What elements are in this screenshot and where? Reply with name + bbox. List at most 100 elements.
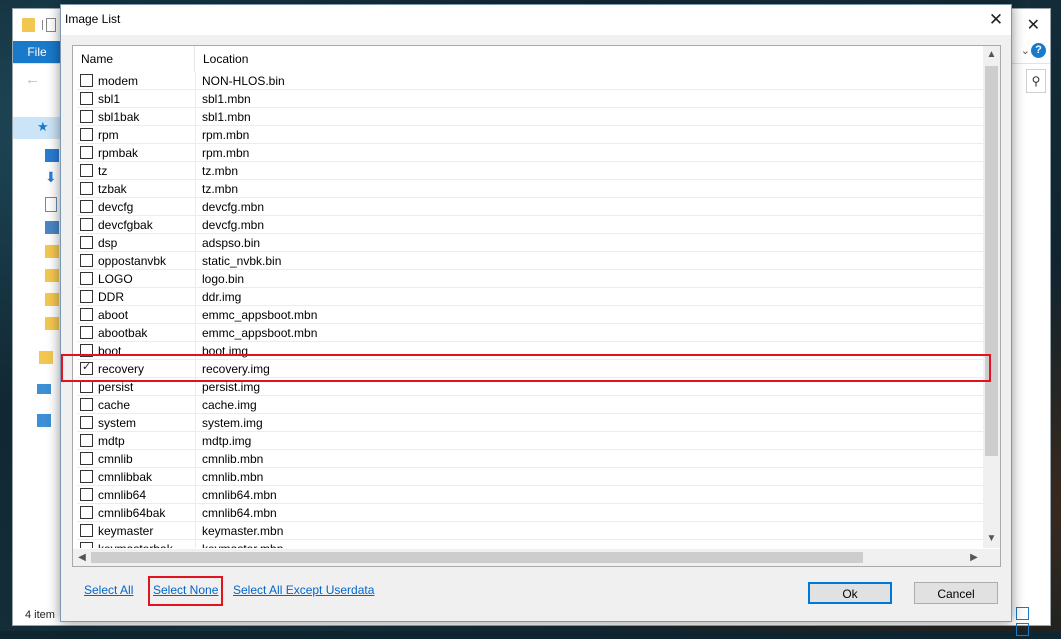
row-checkbox[interactable] (80, 272, 93, 285)
list-row[interactable]: tzbak tz.mbn (73, 180, 983, 198)
close-icon[interactable]: ✕ (981, 5, 1011, 35)
folder-icon[interactable] (45, 317, 59, 330)
list-row[interactable]: mdtp mdtp.img (73, 432, 983, 450)
list-row[interactable]: boot boot.img (73, 342, 983, 360)
row-location: sbl1.mbn (202, 110, 251, 124)
row-checkbox[interactable] (80, 524, 93, 537)
vertical-scroll-thumb[interactable] (985, 66, 998, 456)
select-all-except-userdata-link[interactable]: Select All Except Userdata (233, 583, 374, 597)
scroll-down-arrow-icon[interactable]: ▼ (983, 532, 1000, 546)
search-icon[interactable]: ⚲ (1026, 69, 1046, 93)
list-row[interactable]: oppostanvbk static_nvbk.bin (73, 252, 983, 270)
chevron-down-icon[interactable]: ⌄ (1021, 44, 1030, 57)
row-checkbox[interactable] (80, 182, 93, 195)
row-checkbox[interactable] (80, 254, 93, 267)
list-row[interactable]: sbl1bak sbl1.mbn (73, 108, 983, 126)
help-icon[interactable]: ? (1031, 43, 1046, 58)
scroll-right-arrow-icon[interactable]: ▶ (967, 549, 981, 566)
list-row[interactable]: LOGO logo.bin (73, 270, 983, 288)
tiles-view-icon[interactable] (1016, 623, 1029, 636)
row-checkbox[interactable] (80, 236, 93, 249)
list-row[interactable]: abootbak emmc_appsboot.mbn (73, 324, 983, 342)
list-row[interactable]: DDR ddr.img (73, 288, 983, 306)
select-none-link[interactable]: Select None (153, 583, 218, 597)
list-row[interactable]: tz tz.mbn (73, 162, 983, 180)
row-checkbox[interactable] (80, 92, 93, 105)
row-checkbox[interactable] (80, 380, 93, 393)
list-row[interactable]: dsp adspso.bin (73, 234, 983, 252)
list-row[interactable]: keymaster keymaster.mbn (73, 522, 983, 540)
list-row[interactable]: cmnlib cmnlib.mbn (73, 450, 983, 468)
document-icon[interactable] (45, 197, 57, 212)
list-row[interactable]: devcfg devcfg.mbn (73, 198, 983, 216)
scroll-left-arrow-icon[interactable]: ◀ (75, 549, 89, 566)
folder-icon[interactable] (45, 293, 59, 306)
download-arrow-icon[interactable]: ⬇ (45, 170, 59, 184)
row-name: sbl1 (98, 92, 121, 106)
row-checkbox[interactable] (80, 308, 93, 321)
row-checkbox[interactable] (80, 434, 93, 447)
quick-access-item[interactable]: ★ (13, 117, 61, 139)
list-row[interactable]: modem NON-HLOS.bin (73, 72, 983, 90)
row-name: boot (98, 344, 122, 358)
row-checkbox[interactable] (80, 326, 93, 339)
cancel-button[interactable]: Cancel (914, 582, 998, 604)
list-row[interactable]: persist persist.img (73, 378, 983, 396)
row-location: adspso.bin (202, 236, 261, 250)
list-row[interactable]: devcfgbak devcfg.mbn (73, 216, 983, 234)
computer-icon[interactable] (37, 384, 51, 394)
row-location: cmnlib64.mbn (202, 488, 277, 502)
folder-icon[interactable] (39, 351, 53, 364)
network-icon[interactable] (37, 414, 51, 427)
view-toggle[interactable] (1016, 607, 1044, 636)
vertical-scrollbar[interactable]: ▲ ▼ (983, 46, 1000, 548)
row-checkbox[interactable] (80, 344, 93, 357)
list-row[interactable]: rpmbak rpm.mbn (73, 144, 983, 162)
row-checkbox[interactable] (80, 488, 93, 501)
list-row[interactable]: cmnlib64 cmnlib64.mbn (73, 486, 983, 504)
column-separator (195, 324, 196, 342)
ok-button[interactable]: Ok (808, 582, 892, 604)
row-checkbox[interactable] (80, 110, 93, 123)
row-checkbox[interactable] (80, 290, 93, 303)
row-checkbox[interactable] (80, 416, 93, 429)
column-separator (195, 378, 196, 396)
row-checkbox[interactable] (80, 128, 93, 141)
list-row[interactable]: sbl1 sbl1.mbn (73, 90, 983, 108)
file-tab[interactable]: File (13, 41, 61, 63)
row-checkbox[interactable] (80, 452, 93, 465)
list-row[interactable]: cmnlibbak cmnlib.mbn (73, 468, 983, 486)
row-checkbox[interactable] (80, 200, 93, 213)
row-checkbox[interactable] (80, 74, 93, 87)
horizontal-scrollbar[interactable]: ◀ ▶ (73, 549, 983, 566)
scroll-up-arrow-icon[interactable]: ▲ (983, 48, 1000, 62)
horizontal-scroll-thumb[interactable] (91, 552, 863, 563)
list-row[interactable]: ✓ recovery recovery.img (73, 360, 983, 378)
list-row[interactable]: system system.img (73, 414, 983, 432)
desktop-icon[interactable] (45, 149, 59, 162)
row-checkbox[interactable] (80, 398, 93, 411)
pictures-icon[interactable] (45, 221, 59, 234)
row-checkbox[interactable]: ✓ (80, 361, 93, 375)
row-location: cmnlib64.mbn (202, 506, 277, 520)
row-checkbox[interactable] (80, 470, 93, 483)
image-list-view[interactable]: Name Location modem NON-HLOS.bin sbl1 sbl1.… (72, 45, 1001, 567)
list-row[interactable]: rpm rpm.mbn (73, 126, 983, 144)
back-arrow-icon[interactable]: ← (25, 71, 40, 88)
column-header-name[interactable]: Name (73, 46, 195, 72)
list-row[interactable]: keymasterbak keymaster.mbn (73, 540, 983, 548)
row-checkbox[interactable] (80, 164, 93, 177)
column-header-location[interactable]: Location (195, 46, 983, 72)
select-all-link[interactable]: Select All (84, 583, 133, 597)
row-checkbox[interactable] (80, 146, 93, 159)
row-checkbox[interactable] (80, 218, 93, 231)
details-view-icon[interactable] (1016, 607, 1029, 620)
list-row[interactable]: cmnlib64bak cmnlib64.mbn (73, 504, 983, 522)
list-row[interactable]: aboot emmc_appsboot.mbn (73, 306, 983, 324)
explorer-close-icon[interactable]: ✕ (1027, 15, 1040, 35)
row-checkbox[interactable] (80, 542, 93, 548)
list-row[interactable]: cache cache.img (73, 396, 983, 414)
folder-icon[interactable] (45, 245, 59, 258)
folder-icon[interactable] (45, 269, 59, 282)
row-checkbox[interactable] (80, 506, 93, 519)
